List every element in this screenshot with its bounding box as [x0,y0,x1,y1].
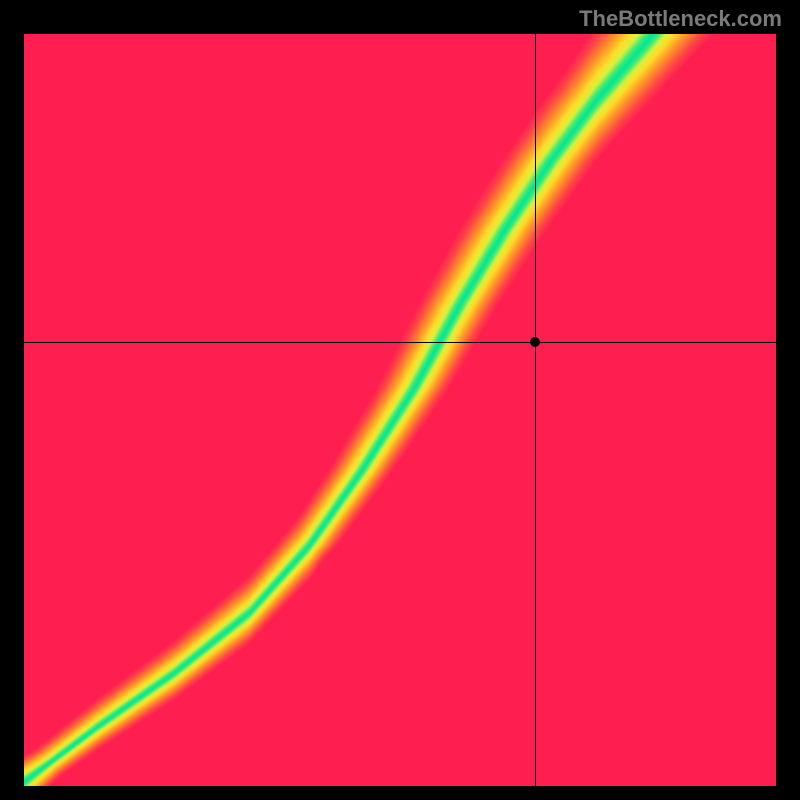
chart-container: TheBottleneck.com [0,0,800,800]
watermark-text: TheBottleneck.com [579,6,782,32]
heatmap-canvas [24,34,776,786]
plot-area [24,34,776,786]
crosshair-vertical [535,34,536,786]
crosshair-horizontal [24,342,776,343]
marker-point [530,337,540,347]
